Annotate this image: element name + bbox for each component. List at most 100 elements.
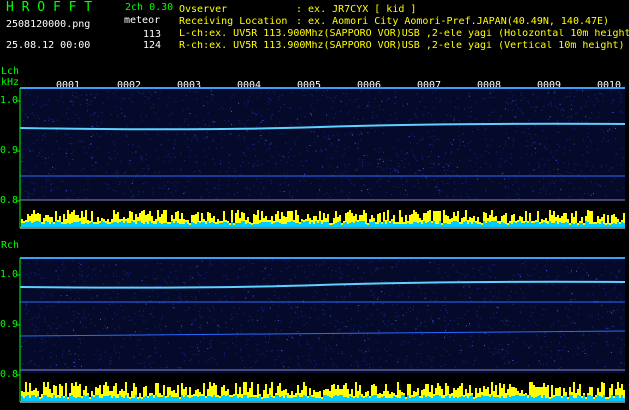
noise-speck <box>160 329 161 331</box>
noise-speck <box>328 345 330 347</box>
noise-speck <box>117 296 119 298</box>
noise-speck <box>507 353 509 355</box>
noise-speck <box>347 178 349 180</box>
noise-speck <box>355 170 357 172</box>
activity-bar-yellow <box>257 384 259 398</box>
noise-speck <box>587 146 588 147</box>
noise-speck <box>83 316 85 318</box>
noise-speck <box>362 118 364 120</box>
noise-speck <box>348 338 350 340</box>
noise-speck <box>110 337 112 339</box>
noise-speck <box>44 187 46 189</box>
activity-bar-yellow <box>333 384 335 396</box>
activity-bar-yellow <box>281 212 283 224</box>
activity-bar-yellow <box>381 394 383 397</box>
activity-bar-yellow <box>437 211 439 224</box>
noise-speck <box>394 103 396 104</box>
activity-bar-yellow <box>365 213 367 224</box>
noise-speck <box>509 321 511 323</box>
activity-bar-yellow <box>79 384 81 397</box>
noise-speck <box>405 323 407 325</box>
noise-speck <box>279 133 281 135</box>
noise-speck <box>574 162 576 164</box>
noise-speck <box>544 145 546 147</box>
activity-bar-yellow <box>23 392 25 398</box>
activity-bar-yellow <box>187 220 189 224</box>
noise-speck <box>582 351 584 353</box>
noise-speck <box>415 108 417 110</box>
noise-speck <box>96 121 98 123</box>
noise-speck <box>464 285 466 286</box>
noise-speck <box>507 324 509 326</box>
noise-speck <box>33 272 35 274</box>
noise-speck <box>210 357 212 359</box>
noise-speck <box>512 121 514 123</box>
noise-speck <box>362 159 364 161</box>
activity-bar-yellow <box>311 220 313 222</box>
noise-speck <box>232 343 234 345</box>
noise-speck <box>290 164 292 166</box>
noise-speck <box>113 328 115 330</box>
noise-speck <box>504 362 506 364</box>
activity-bar-yellow <box>619 388 621 398</box>
noise-speck <box>26 92 28 94</box>
noise-speck <box>71 320 73 322</box>
noise-speck <box>172 307 174 309</box>
activity-bar-yellow <box>467 393 469 398</box>
noise-speck <box>569 138 571 140</box>
activity-bar-yellow <box>405 397 407 399</box>
noise-speck <box>363 184 365 186</box>
noise-speck <box>50 356 52 358</box>
noise-speck <box>398 284 400 286</box>
noise-speck <box>421 333 423 335</box>
noise-speck <box>397 171 399 173</box>
activity-bar-yellow <box>241 212 243 221</box>
noise-speck <box>510 291 512 292</box>
activity-bar-yellow <box>499 383 501 398</box>
noise-speck <box>349 131 351 133</box>
noise-speck <box>173 263 175 265</box>
noise-speck <box>478 326 480 328</box>
noise-speck <box>33 142 35 144</box>
noise-speck <box>170 112 172 114</box>
noise-speck <box>21 346 23 347</box>
noise-speck <box>273 91 275 93</box>
noise-speck <box>61 264 63 266</box>
noise-speck <box>419 325 421 327</box>
noise-speck <box>476 170 478 172</box>
noise-speck <box>125 134 127 136</box>
noise-speck <box>513 116 515 118</box>
activity-bar-yellow <box>73 210 75 222</box>
activity-bar-yellow <box>475 388 477 398</box>
noise-speck <box>361 163 363 165</box>
noise-speck <box>491 328 493 330</box>
noise-speck <box>359 326 361 328</box>
noise-speck <box>340 191 342 193</box>
noise-speck <box>341 351 343 353</box>
noise-speck <box>44 120 46 122</box>
noise-speck <box>387 180 389 181</box>
noise-speck <box>67 285 69 286</box>
activity-bar-yellow <box>401 392 403 395</box>
noise-speck <box>220 132 222 134</box>
noise-speck <box>458 148 460 150</box>
noise-speck <box>41 291 43 293</box>
noise-speck <box>312 123 313 125</box>
noise-speck <box>180 169 182 171</box>
noise-speck <box>415 328 417 330</box>
noise-speck <box>576 90 578 92</box>
noise-speck <box>149 355 151 357</box>
noise-speck <box>445 163 447 165</box>
noise-speck <box>274 145 276 147</box>
noise-speck <box>394 328 396 330</box>
noise-speck <box>95 273 97 275</box>
activity-bar-yellow <box>569 387 571 395</box>
activity-bar-yellow <box>197 212 199 222</box>
activity-bar-yellow <box>47 382 49 397</box>
noise-speck <box>192 277 194 279</box>
noise-speck <box>406 152 408 154</box>
noise-speck <box>467 115 469 117</box>
noise-speck <box>95 162 97 164</box>
noise-speck <box>55 270 57 272</box>
noise-speck <box>378 267 380 269</box>
